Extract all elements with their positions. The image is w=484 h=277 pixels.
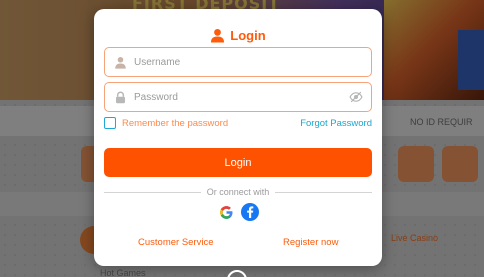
username-input[interactable] <box>134 48 371 76</box>
connect-divider: Or connect with <box>104 187 372 197</box>
divider-line <box>275 191 372 193</box>
remember-password[interactable]: Remember the password <box>104 117 228 129</box>
google-icon <box>219 205 232 219</box>
connect-with-label: Or connect with <box>206 187 270 197</box>
customer-service-link[interactable]: Customer Service <box>138 237 214 248</box>
eye-slash-icon[interactable] <box>349 90 363 104</box>
divider-line <box>104 191 201 193</box>
forgot-password-link[interactable]: Forgot Password <box>300 118 372 129</box>
username-field[interactable] <box>104 47 372 77</box>
user-icon <box>211 28 225 43</box>
login-button[interactable]: Login <box>104 148 372 177</box>
facebook-login-button[interactable] <box>241 203 259 221</box>
social-login <box>94 203 382 221</box>
modal-header: Login <box>94 28 382 43</box>
google-login-button[interactable] <box>217 203 235 221</box>
register-link[interactable]: Register now <box>283 237 338 248</box>
password-field[interactable] <box>104 82 372 112</box>
login-modal: Login Remember the password Forgot Passw… <box>94 9 382 266</box>
password-input[interactable] <box>134 83 349 111</box>
remember-checkbox[interactable] <box>104 117 116 129</box>
user-icon <box>115 56 126 69</box>
remember-label[interactable]: Remember the password <box>122 118 228 129</box>
lock-icon <box>116 91 125 103</box>
facebook-icon <box>247 206 254 218</box>
modal-title: Login <box>230 28 266 43</box>
